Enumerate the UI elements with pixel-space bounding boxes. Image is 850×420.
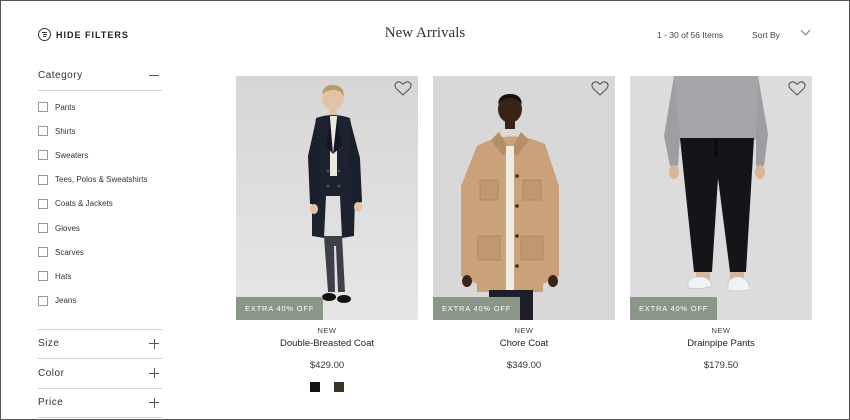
- new-tag: NEW: [514, 326, 534, 335]
- product-price: $179.50: [703, 360, 739, 371]
- sort-by-dropdown[interactable]: Sort By: [752, 30, 780, 40]
- filter-lines-icon: [38, 28, 51, 41]
- color-swatches: [236, 382, 418, 392]
- category-option-hats[interactable]: Hats: [38, 264, 162, 288]
- category-option-label: Tees, Polos & Sweatshirts: [55, 175, 148, 185]
- category-option-label: Shirts: [55, 126, 76, 136]
- category-option-coats[interactable]: Coats & Jackets: [38, 192, 162, 216]
- plus-icon: [149, 338, 159, 349]
- product-card[interactable]: EXTRA 40% OFF NEW Chore Coat $349.00: [433, 76, 615, 371]
- heart-icon[interactable]: [394, 80, 412, 97]
- divider: [38, 417, 162, 419]
- product-price: $429.00: [309, 360, 345, 371]
- category-option-sweaters[interactable]: Sweaters: [38, 143, 162, 167]
- product-name[interactable]: Double-Breasted Coat: [236, 338, 418, 349]
- discount-badge: EXTRA 40% OFF: [433, 297, 521, 320]
- model-in-drainpipe-pants: [630, 76, 812, 320]
- model-in-chore-coat: [433, 76, 615, 320]
- filter-sections: Size Color Price: [38, 328, 162, 419]
- product-name[interactable]: Drainpipe Pants: [630, 338, 812, 349]
- price-filter-header[interactable]: Price: [38, 389, 162, 418]
- minus-icon: [149, 74, 159, 76]
- checkbox[interactable]: [38, 198, 48, 209]
- model-in-double-breasted-coat: [236, 76, 418, 320]
- heart-icon[interactable]: [788, 80, 806, 97]
- checkbox[interactable]: [38, 247, 48, 258]
- checkbox[interactable]: [38, 295, 48, 306]
- item-count: 1 - 30 of 56 Items: [657, 30, 724, 40]
- price-filter-label: Price: [38, 397, 64, 409]
- size-filter-label: Size: [38, 338, 60, 350]
- heart-icon[interactable]: [591, 80, 609, 97]
- product-card[interactable]: EXTRA 40% OFF NEW Drainpipe Pants $179.5…: [630, 76, 812, 371]
- product-image[interactable]: EXTRA 40% OFF: [630, 76, 812, 320]
- discount-badge: EXTRA 40% OFF: [236, 297, 324, 320]
- color-filter-label: Color: [38, 367, 65, 379]
- product-card[interactable]: EXTRA 40% OFF NEW Double-Breasted Coat $…: [236, 76, 418, 392]
- checkbox[interactable]: [38, 150, 48, 161]
- category-option-label: Sweaters: [55, 150, 89, 160]
- category-option-tees[interactable]: Tees, Polos & Sweatshirts: [38, 168, 162, 192]
- product-image[interactable]: EXTRA 40% OFF: [433, 76, 615, 320]
- color-filter-header[interactable]: Color: [38, 359, 162, 388]
- category-option-jeans[interactable]: Jeans: [38, 289, 162, 313]
- plus-icon: [149, 397, 159, 408]
- size-filter-header[interactable]: Size: [38, 330, 162, 359]
- discount-badge: EXTRA 40% OFF: [630, 297, 718, 320]
- hide-filters-label: HIDE FILTERS: [56, 29, 129, 40]
- category-filter-header[interactable]: Category: [38, 60, 162, 90]
- category-option-scarves[interactable]: Scarves: [38, 240, 162, 264]
- new-tag: NEW: [317, 326, 337, 335]
- product-name[interactable]: Chore Coat: [433, 338, 615, 349]
- product-price: $349.00: [506, 360, 542, 371]
- checkbox[interactable]: [38, 174, 48, 185]
- checkbox[interactable]: [38, 102, 48, 113]
- checkbox[interactable]: [38, 271, 48, 282]
- category-option-label: Coats & Jackets: [55, 199, 113, 209]
- category-option-shirts[interactable]: Shirts: [38, 119, 162, 143]
- category-option-label: Gloves: [55, 223, 80, 233]
- category-option-gloves[interactable]: Gloves: [38, 216, 162, 240]
- new-tag: NEW: [711, 326, 731, 335]
- color-swatch-black[interactable]: [310, 382, 320, 392]
- category-list: Pants Shirts Sweaters Tees, Polos & Swea…: [38, 91, 162, 329]
- category-filter-label: Category: [38, 69, 83, 81]
- category-option-pants[interactable]: Pants: [38, 95, 162, 119]
- category-option-label: Scarves: [55, 247, 84, 257]
- hide-filters-button[interactable]: HIDE FILTERS: [38, 28, 129, 41]
- filter-sidebar: Category Pants Shirts Sweaters Tees, Pol…: [38, 60, 162, 419]
- category-option-label: Hats: [55, 271, 72, 281]
- checkbox[interactable]: [38, 223, 48, 234]
- category-option-label: Jeans: [55, 296, 77, 306]
- plus-icon: [149, 368, 159, 379]
- checkbox[interactable]: [38, 126, 48, 137]
- product-image[interactable]: EXTRA 40% OFF: [236, 76, 418, 320]
- color-swatch-brown[interactable]: [334, 382, 344, 392]
- category-option-label: Pants: [55, 102, 76, 112]
